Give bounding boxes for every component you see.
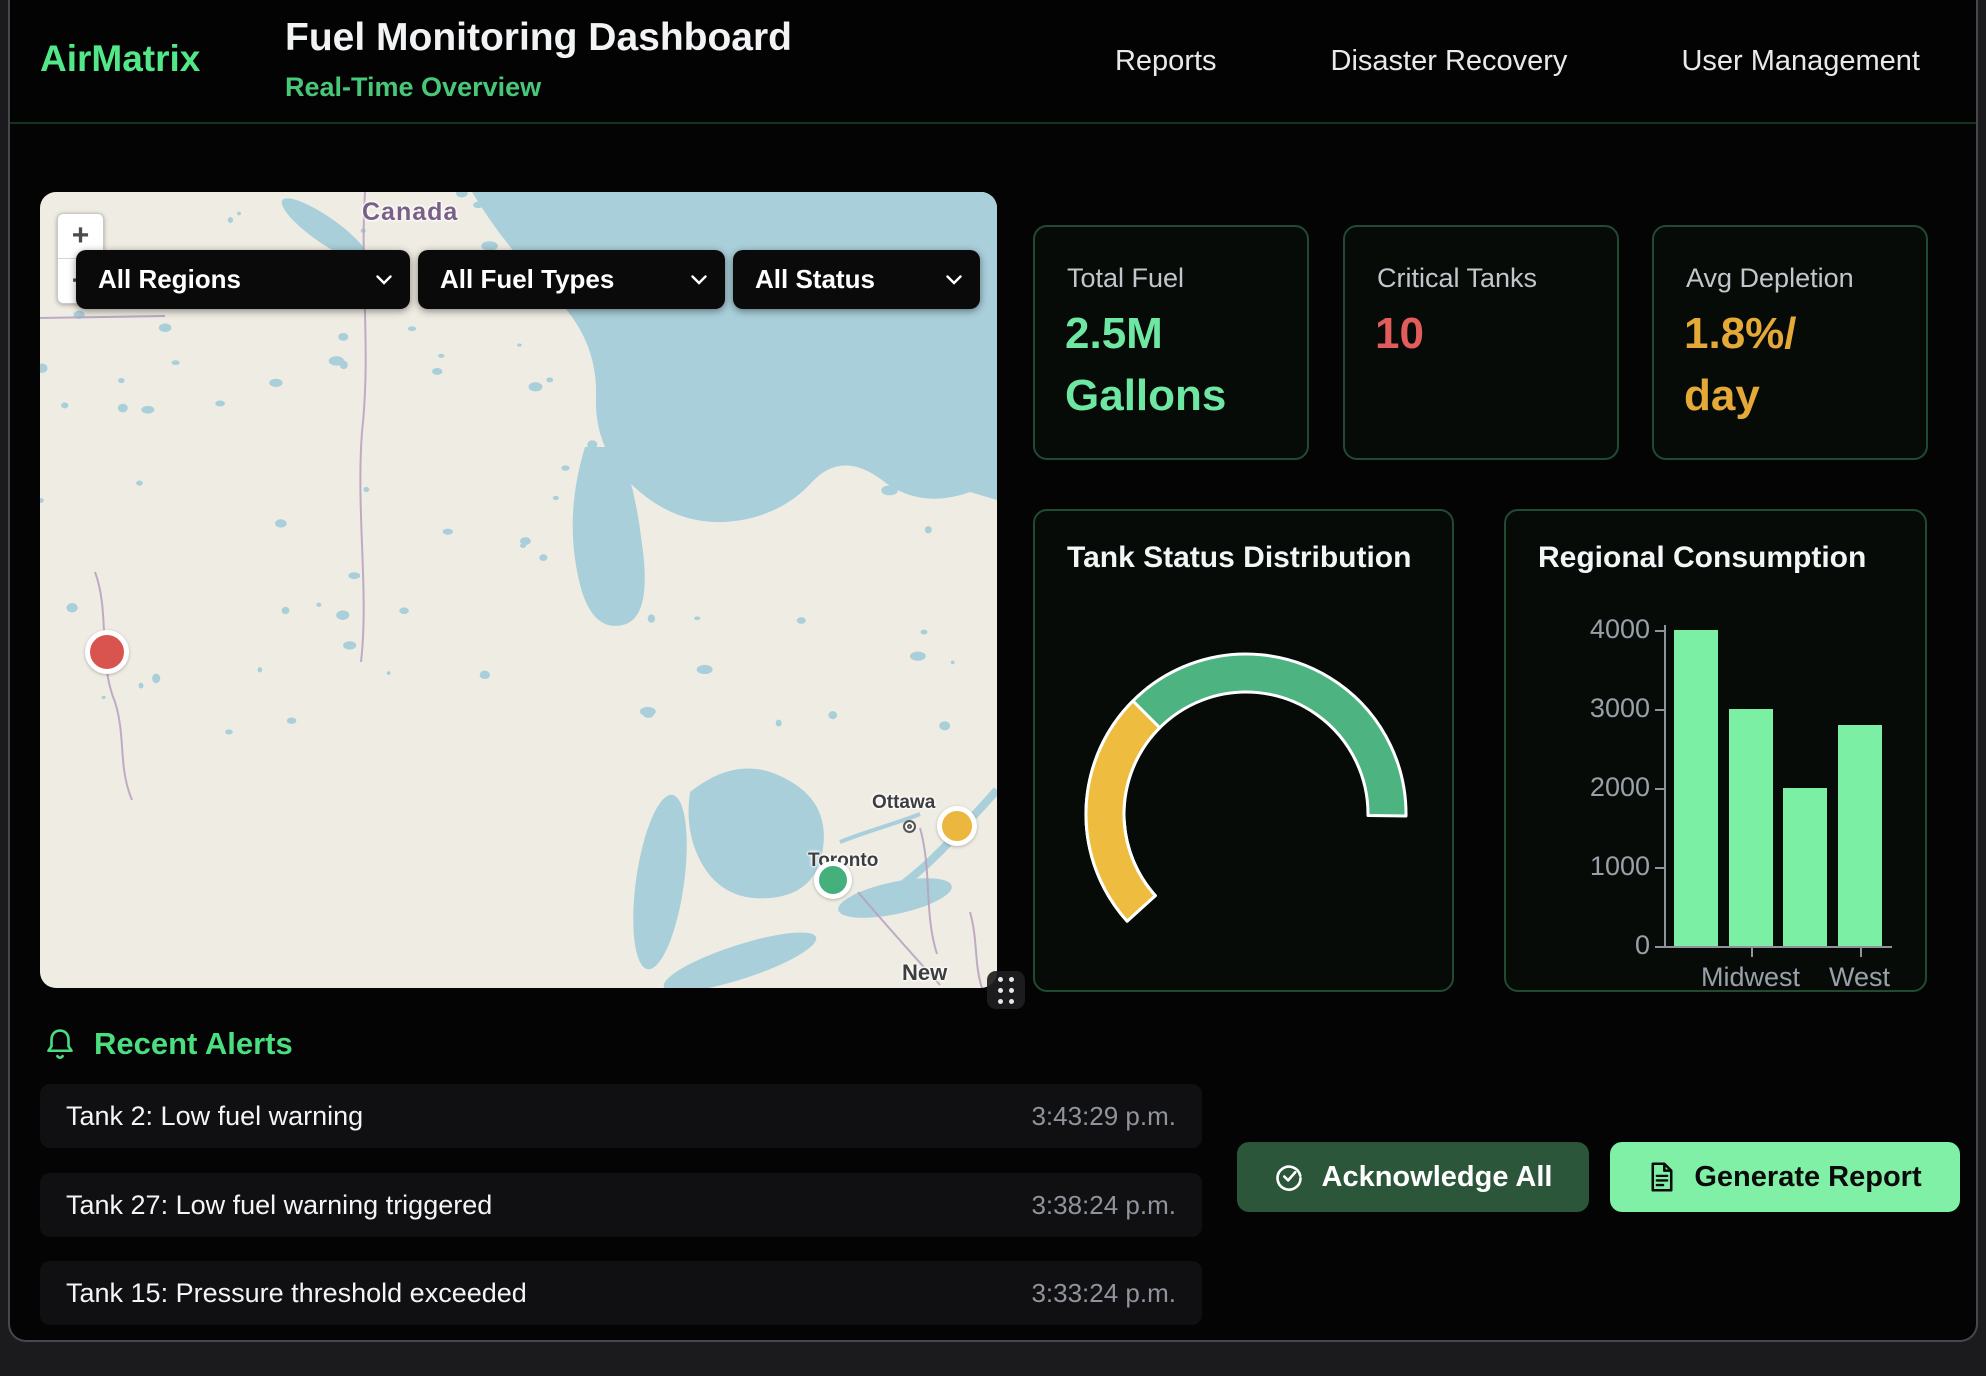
region-filter-value: All Regions (98, 264, 241, 295)
x-tick (1751, 948, 1753, 957)
y-tick (1655, 867, 1664, 869)
y-tick (1655, 709, 1664, 711)
dashboard-window: AirMatrix Fuel Monitoring Dashboard Real… (8, 0, 1978, 1342)
stat-card-avg-depletion: Avg Depletion 1.8%/ day (1652, 225, 1928, 460)
nav-item-reports[interactable]: Reports (1115, 45, 1217, 78)
y-axis (1664, 625, 1666, 948)
ottawa-town-icon (903, 820, 916, 833)
y-tick (1655, 788, 1664, 790)
nav-item-user-management[interactable]: User Management (1681, 45, 1920, 78)
tank-marker[interactable] (937, 806, 977, 846)
bell-icon (44, 1028, 76, 1062)
yellow-segment (1086, 701, 1160, 921)
y-tick (1655, 630, 1664, 632)
map-label-newyork: New York (902, 960, 997, 988)
consumption-bar (1729, 709, 1773, 946)
check-circle-icon (1274, 1162, 1304, 1192)
alert-timestamp: 3:33:24 p.m. (1031, 1278, 1176, 1309)
chevron-down-icon (946, 275, 962, 285)
y-tick-label: 4000 (1540, 614, 1650, 645)
consumption-bar (1838, 725, 1882, 946)
x-axis (1664, 946, 1892, 948)
status-filter-dropdown[interactable]: All Status (733, 250, 980, 309)
x-tick (1860, 948, 1862, 957)
resize-grip-icon[interactable] (987, 971, 1025, 1009)
bar-chart: 01000200030004000MidwestWest (1506, 511, 1927, 992)
stat-label: Avg Depletion (1686, 263, 1854, 294)
main-nav: Reports Disaster Recovery User Managemen… (1115, 0, 1920, 122)
map-label-canada: Canada (362, 198, 458, 227)
stat-label: Critical Tanks (1377, 263, 1537, 294)
chevron-down-icon (691, 275, 707, 285)
consumption-bar (1674, 630, 1718, 946)
fuel-type-filter-dropdown[interactable]: All Fuel Types (418, 250, 725, 309)
tank-status-distribution-card: Tank Status Distribution (1033, 509, 1454, 992)
y-tick-label: 3000 (1540, 693, 1650, 724)
consumption-bar (1783, 788, 1827, 946)
document-icon (1648, 1162, 1676, 1192)
stat-card-critical-tanks: Critical Tanks 10 (1343, 225, 1619, 460)
regional-consumption-card: Regional Consumption 01000200030004000Mi… (1504, 509, 1927, 992)
page-title: Fuel Monitoring Dashboard (285, 16, 792, 60)
alerts-section-title: Recent Alerts (94, 1026, 293, 1062)
stat-value: 2.5M Gallons (1065, 303, 1226, 428)
stat-value: 1.8%/ day (1684, 303, 1797, 428)
x-tick-label: West (1790, 962, 1928, 992)
stat-label: Total Fuel (1067, 263, 1184, 294)
alert-text: Tank 2: Low fuel warning (66, 1101, 363, 1132)
alert-row: Tank 27: Low fuel warning triggered 3:38… (40, 1173, 1202, 1237)
map-filters: All Regions All Fuel Types All Status (76, 250, 980, 309)
alert-text: Tank 27: Low fuel warning triggered (66, 1190, 492, 1221)
status-filter-value: All Status (755, 264, 875, 295)
app-logo: AirMatrix (40, 38, 200, 80)
generate-report-button[interactable]: Generate Report (1610, 1142, 1960, 1212)
acknowledge-all-button[interactable]: Acknowledge All (1237, 1142, 1589, 1212)
alert-text: Tank 15: Pressure threshold exceeded (66, 1278, 527, 1309)
y-tick-label: 0 (1540, 930, 1650, 961)
region-filter-dropdown[interactable]: All Regions (76, 250, 410, 309)
page-subtitle: Real-Time Overview (285, 72, 541, 103)
stat-value: 10 (1375, 303, 1424, 365)
stat-card-total-fuel: Total Fuel 2.5M Gallons (1033, 225, 1309, 460)
nav-item-disaster-recovery[interactable]: Disaster Recovery (1331, 45, 1568, 78)
chevron-down-icon (376, 275, 392, 285)
tank-marker[interactable] (814, 861, 852, 899)
y-tick-label: 1000 (1540, 851, 1650, 882)
acknowledge-all-label: Acknowledge All (1322, 1161, 1553, 1194)
tank-marker[interactable] (85, 630, 129, 674)
map-label-ottawa: Ottawa (872, 792, 935, 814)
alert-timestamp: 3:43:29 p.m. (1031, 1101, 1176, 1132)
alert-row: Tank 15: Pressure threshold exceeded 3:3… (40, 1261, 1202, 1325)
fuel-type-filter-value: All Fuel Types (440, 264, 614, 295)
y-tick-label: 2000 (1540, 772, 1650, 803)
fuel-map[interactable]: Canada Ottawa Toronto New York + − All R… (40, 192, 997, 988)
alert-row: Tank 2: Low fuel warning 3:43:29 p.m. (40, 1084, 1202, 1148)
donut-chart (1035, 511, 1456, 994)
y-tick (1655, 946, 1664, 948)
generate-report-label: Generate Report (1694, 1161, 1921, 1194)
alert-timestamp: 3:38:24 p.m. (1031, 1190, 1176, 1221)
top-bar: AirMatrix Fuel Monitoring Dashboard Real… (10, 0, 1976, 124)
